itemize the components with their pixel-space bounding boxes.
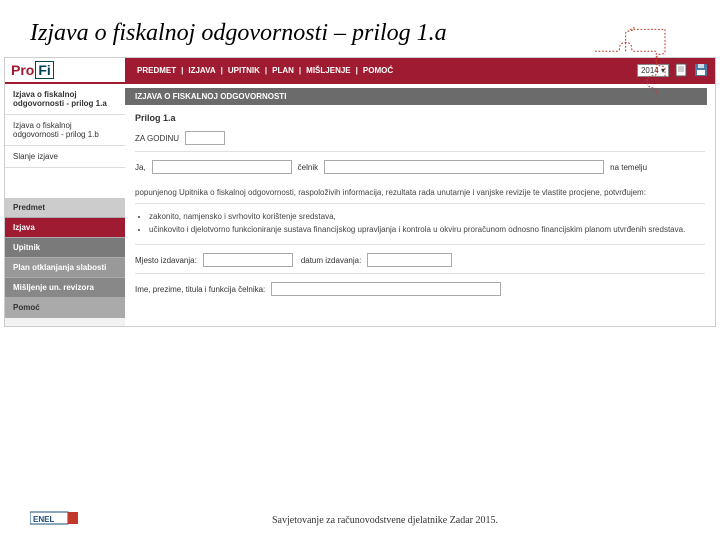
tab-upitnik[interactable]: UPITNIK [224,66,264,75]
tab-pomoc[interactable]: POMOĆ [359,66,397,75]
input-mjesto[interactable] [203,253,293,267]
sidebar-item-prilog1b[interactable]: Izjava o fiskalnoj odgovornosti - prilog… [5,115,125,146]
label-na-temelju: na temelju [610,163,647,172]
tab-plan[interactable]: PLAN [268,66,298,75]
nav-predmet[interactable]: Predmet [5,198,125,218]
logo-fi: Fi [35,61,53,79]
sidebar: Izjava o fiskalnoj odgovornosti - prilog… [5,84,125,326]
nav-izjava[interactable]: Izjava [5,218,125,238]
sidebar-item-slanje[interactable]: Slanje izjave [5,146,125,168]
tab-predmet[interactable]: PREDMET [133,66,180,75]
sidebar-item-prilog1a[interactable]: Izjava o fiskalnoj odgovornosti - prilog… [5,84,125,115]
bullet-1: zakonito, namjensko i svrhovito korišten… [149,212,705,221]
top-tabs: PREDMET| IZJAVA| UPITNIK| PLAN| MIŠLJENJ… [125,58,637,82]
footer-text: Savjetovanje za računovodstvene djelatni… [80,515,690,526]
input-ja[interactable] [152,160,292,174]
logo-pro: Pro [11,62,34,78]
svg-text:ENEL: ENEL [33,515,54,524]
nav-upitnik[interactable]: Upitnik [5,238,125,258]
label-za-godinu: ZA GODINU [135,134,179,143]
app-logo: Pro Fi [5,59,125,81]
label-datum: datum izdavanja: [301,256,361,265]
bullet-list: zakonito, namjensko i svrhovito korišten… [135,210,705,245]
sidebar-nav: Predmet Izjava Upitnik Plan otklanjanja … [5,198,125,318]
footer-logo-icon: ENEL [30,510,80,530]
nav-plan[interactable]: Plan otklanjanja slabosti [5,258,125,278]
save-icon[interactable] [693,62,709,78]
label-mjesto: Mjesto izdavanja: [135,256,197,265]
bullet-2: učinkovito i djelotvorno funkcioniranje … [149,225,705,234]
tab-izjava[interactable]: IZJAVA [184,66,219,75]
puzzle-decoration [585,25,675,95]
confirmation-paragraph: popunjenog Upitnika o fiskalnoj odgovorn… [135,188,705,204]
nav-misljenje[interactable]: Mišljenje un. revizora [5,278,125,298]
input-celnik[interactable] [324,160,604,174]
slide-footer: ENEL Savjetovanje za računovodstvene dje… [0,510,720,530]
tab-misljenje[interactable]: MIŠLJENJE [302,66,354,75]
app-window: Pro Fi PREDMET| IZJAVA| UPITNIK| PLAN| M… [4,57,716,327]
main-panel: IZJAVA O FISKALNOJ ODGOVORNOSTI Prilog 1… [125,84,715,326]
label-ja: Ja, [135,163,146,172]
document-icon[interactable] [673,62,689,78]
nav-pomoc[interactable]: Pomoć [5,298,125,318]
label-ime: Ime, prezime, titula i funkcija čelnika: [135,285,265,294]
input-ime[interactable] [271,282,501,296]
input-za-godinu[interactable] [185,131,225,145]
label-celnik: čelnik [298,163,318,172]
prilog-heading: Prilog 1.a [135,113,705,123]
input-datum[interactable] [367,253,452,267]
